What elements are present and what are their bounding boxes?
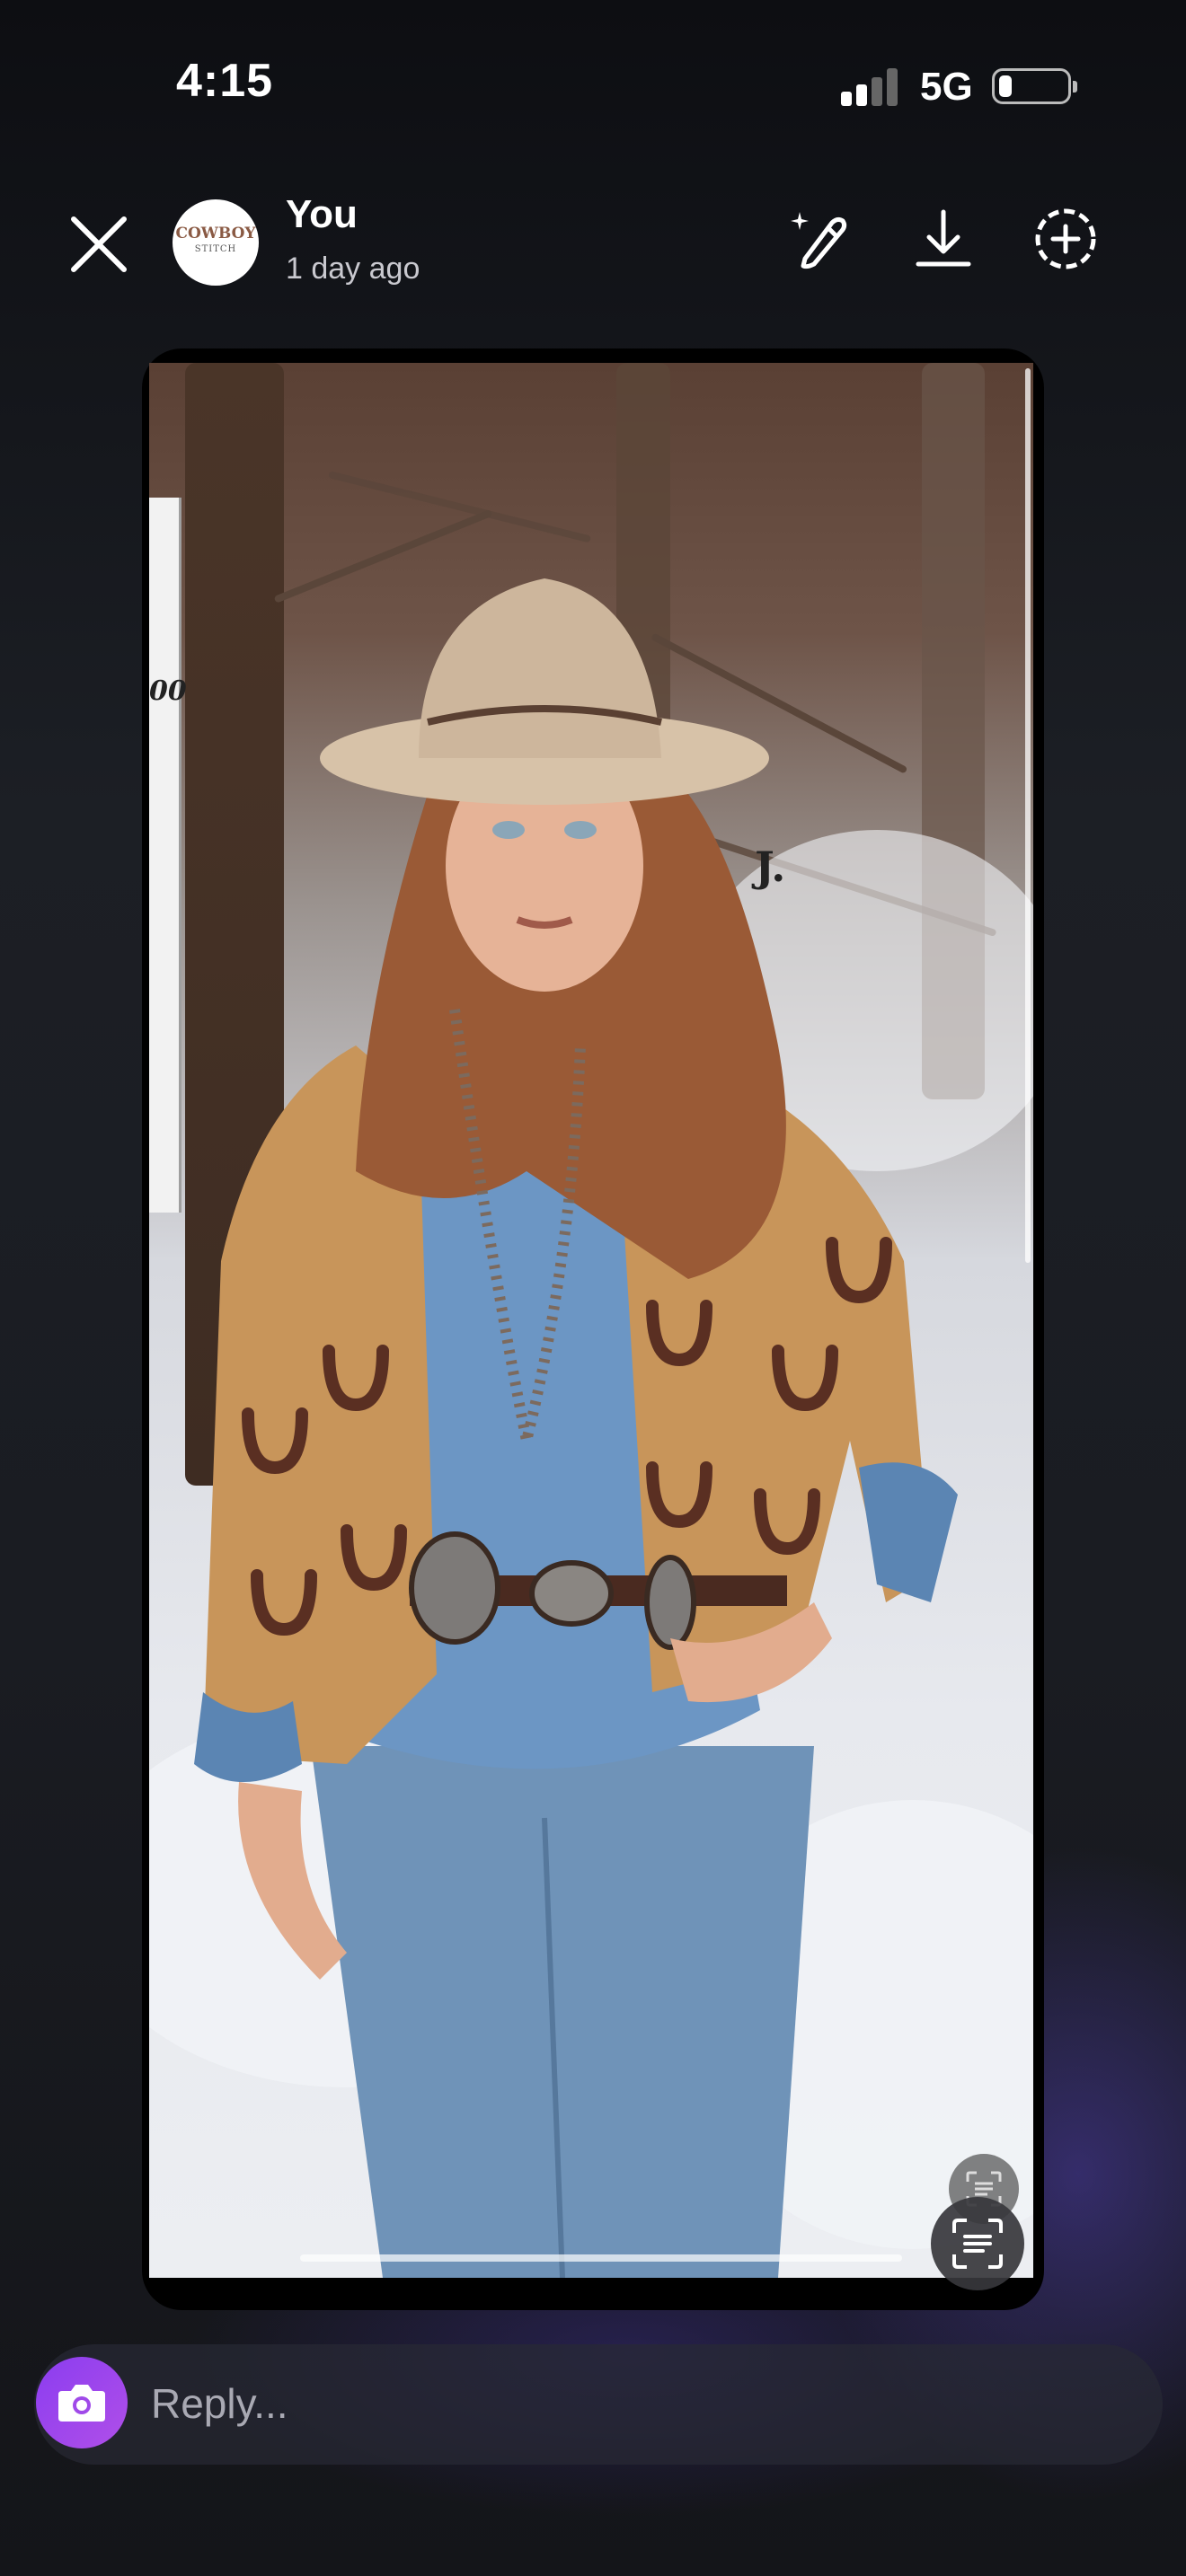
battery-icon	[992, 68, 1077, 104]
story-progress-bar	[300, 2254, 902, 2262]
text-recognition-icon	[952, 2219, 1003, 2269]
camera-button[interactable]	[36, 2357, 128, 2448]
add-to-story-icon	[1035, 208, 1096, 269]
avatar[interactable]: COWBOY STITCH	[173, 199, 259, 286]
network-type: 5G	[920, 65, 973, 109]
draw-icon	[791, 212, 847, 269]
user-name[interactable]: You	[286, 192, 358, 237]
post-time: 1 day ago	[286, 251, 420, 286]
brand-mark: J.	[755, 842, 786, 891]
side-panel-strip	[149, 498, 181, 1213]
download-icon	[916, 209, 971, 267]
draw-button[interactable]	[780, 201, 855, 277]
avatar-logo-line-1: COWBOY	[175, 225, 256, 243]
close-button[interactable]	[63, 208, 135, 280]
avatar-logo-line-2: STITCH	[194, 244, 237, 254]
reply-input[interactable]	[151, 2377, 1049, 2430]
camera-icon	[58, 2385, 105, 2422]
model-figure	[194, 578, 958, 2278]
text-recognition-button[interactable]	[931, 2197, 1024, 2290]
side-panel-text: 00	[149, 675, 187, 707]
add-to-story-button[interactable]	[1028, 201, 1103, 277]
story-photo[interactable]	[149, 363, 1033, 2278]
close-icon	[71, 216, 127, 272]
download-button[interactable]	[906, 201, 981, 277]
story-scrollbar[interactable]	[1025, 368, 1031, 1263]
status-time: 4:15	[176, 55, 274, 107]
signal-icon	[841, 66, 898, 106]
